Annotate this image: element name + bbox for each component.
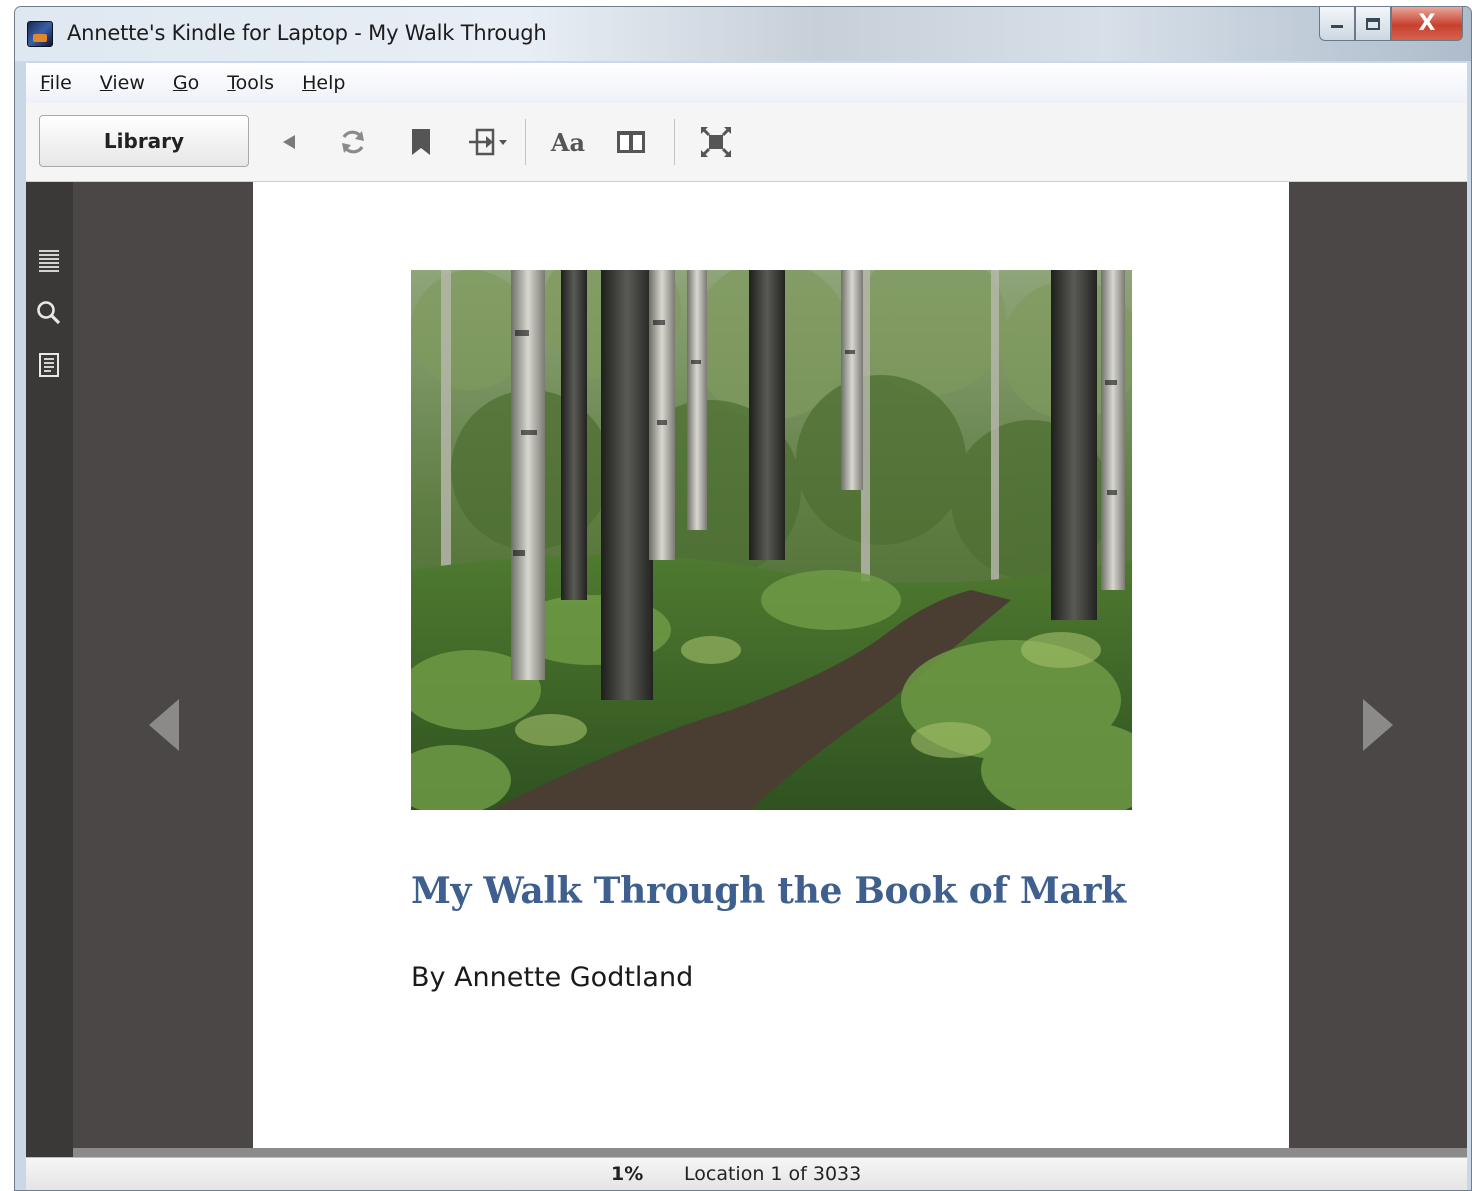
- columns-button[interactable]: [614, 125, 648, 159]
- status-bar: 1% Location 1 of 3033: [26, 1157, 1467, 1190]
- app-window: Annette's Kindle for Laptop - My Walk Th…: [14, 6, 1472, 1191]
- reading-location: Location 1 of 3033: [684, 1163, 862, 1185]
- maximize-icon: [1366, 17, 1380, 30]
- search-icon: [37, 301, 61, 325]
- menu-file[interactable]: File: [26, 72, 86, 94]
- book-page[interactable]: My Walk Through the Book of Mark By Anne…: [253, 182, 1289, 1148]
- book-author: By Annette Godtland: [411, 962, 694, 993]
- menu-bar: File View Go Tools Help: [26, 63, 1467, 104]
- menu-view[interactable]: View: [86, 72, 159, 94]
- notes-button[interactable]: [36, 352, 62, 378]
- minimize-button[interactable]: [1319, 7, 1355, 41]
- menu-tools[interactable]: Tools: [213, 72, 288, 94]
- next-page-icon: [1363, 699, 1393, 751]
- toc-icon: [39, 250, 59, 272]
- toolbar-separator: [674, 119, 675, 165]
- reading-percent: 1%: [611, 1163, 644, 1185]
- cover-image: [411, 270, 1132, 810]
- font-settings-icon: Aa: [550, 127, 586, 157]
- title-bar[interactable]: Annette's Kindle for Laptop - My Walk Th…: [15, 7, 1471, 61]
- book-title: My Walk Through the Book of Mark: [411, 870, 1126, 912]
- sync-button[interactable]: [336, 125, 370, 159]
- minimize-icon: [1331, 24, 1343, 28]
- toc-button[interactable]: [36, 248, 62, 274]
- close-button[interactable]: X: [1391, 7, 1463, 41]
- previous-page-button[interactable]: [144, 695, 184, 755]
- menu-go[interactable]: Go: [159, 72, 213, 94]
- goto-button[interactable]: [466, 125, 512, 159]
- fullscreen-icon: [700, 126, 732, 158]
- notes-icon: [39, 353, 59, 377]
- back-button[interactable]: [274, 125, 304, 159]
- previous-page-icon: [149, 699, 179, 751]
- library-button[interactable]: Library: [39, 115, 249, 167]
- close-icon: X: [1418, 11, 1436, 36]
- sync-icon: [342, 130, 364, 154]
- bookmark-button[interactable]: [406, 125, 436, 159]
- next-page-button[interactable]: [1358, 695, 1398, 755]
- window-controls: X: [1319, 7, 1463, 43]
- reader-sidebar: [26, 182, 73, 1158]
- window-title: Annette's Kindle for Laptop - My Walk Th…: [67, 21, 547, 45]
- kindle-app-icon[interactable]: [27, 21, 53, 47]
- goto-icon: [469, 128, 507, 156]
- fullscreen-button[interactable]: [696, 125, 736, 159]
- toolbar-separator: [525, 119, 526, 165]
- menu-help[interactable]: Help: [288, 72, 359, 94]
- bookmark-icon: [412, 129, 430, 155]
- columns-icon: [617, 131, 645, 153]
- forest-path-image: [411, 270, 1132, 810]
- back-icon: [283, 135, 295, 149]
- toolbar: Library Aa: [26, 103, 1467, 182]
- reader-area: My Walk Through the Book of Mark By Anne…: [26, 182, 1467, 1158]
- search-button[interactable]: [36, 300, 62, 326]
- font-settings-button[interactable]: Aa: [548, 125, 588, 159]
- maximize-button[interactable]: [1355, 7, 1391, 41]
